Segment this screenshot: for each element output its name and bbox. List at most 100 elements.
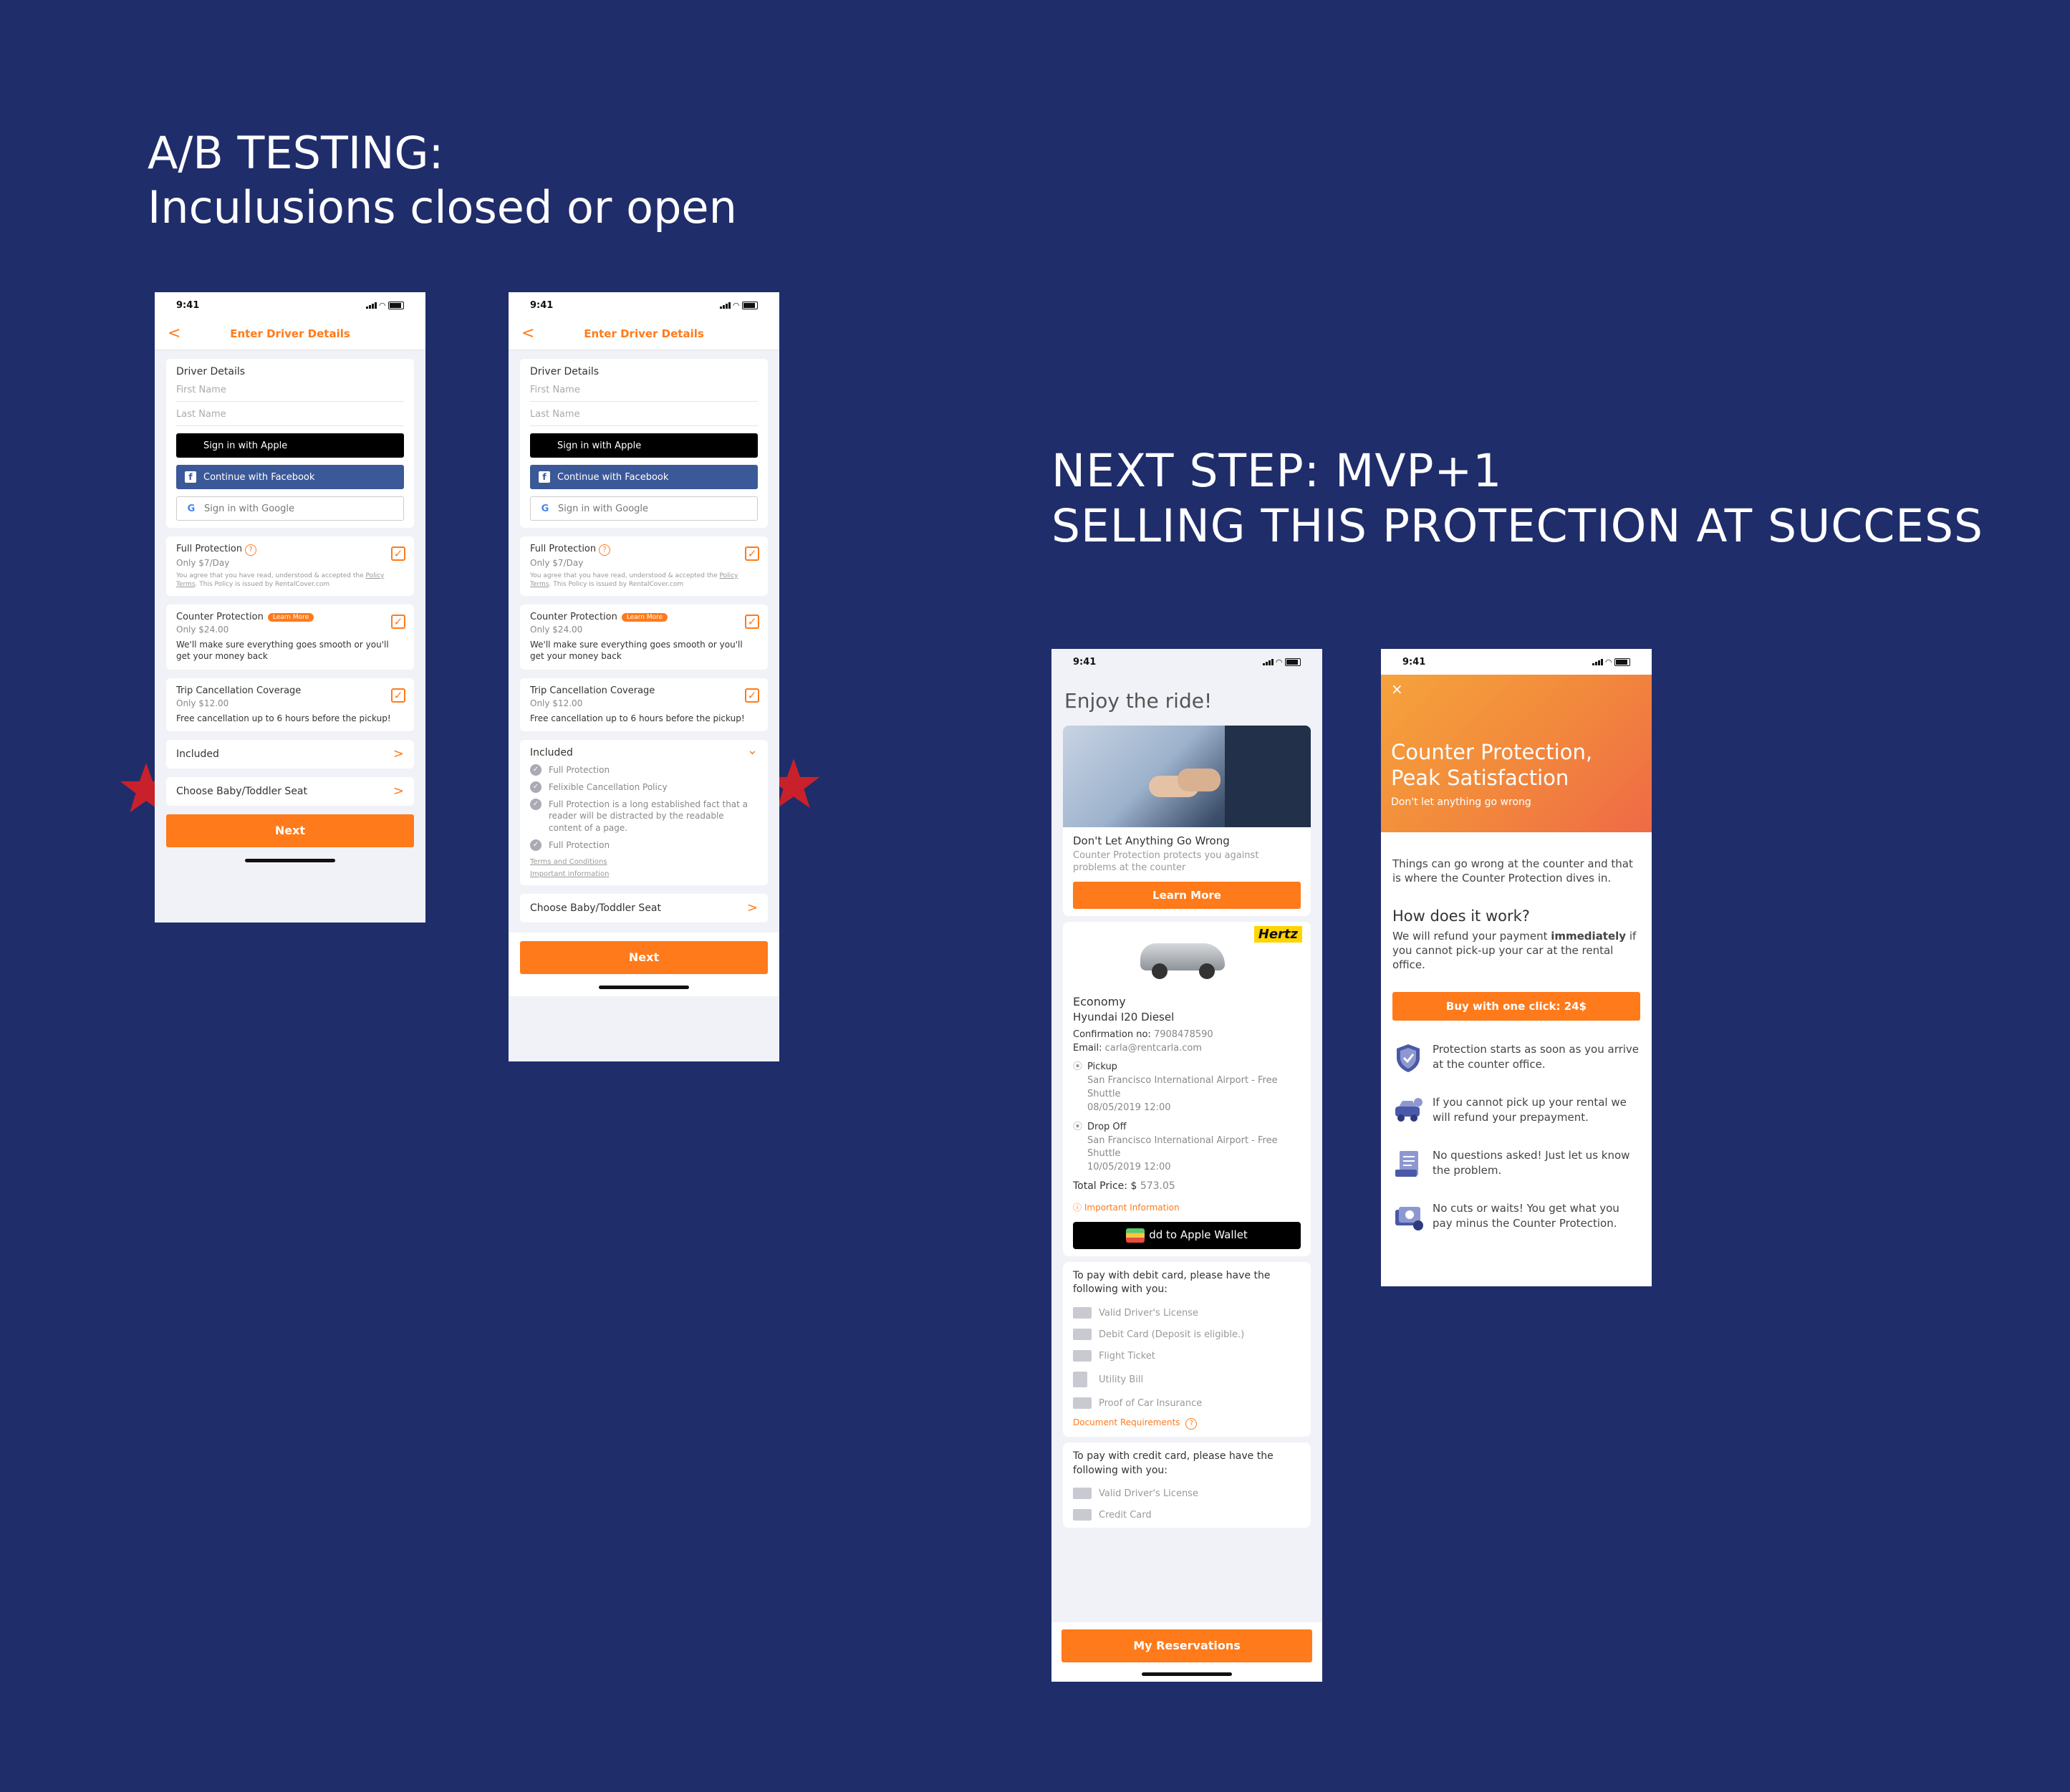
document-item: Flight Ticket [1073,1350,1301,1362]
sign-in-google-button[interactable]: G Sign in with Google [176,496,404,521]
promo-desc: Counter Protection protects you against … [1073,850,1259,873]
next-step-heading: NEXT STEP: MVP+1 SELLING THIS PROTECTION… [1051,444,1983,554]
how-text-pre: We will refund your payment [1392,929,1551,943]
wifi-icon: ◠ [733,300,739,310]
sign-in-google-label: Sign in with Google [204,503,295,514]
back-button[interactable]: < [168,324,180,342]
learn-more-button[interactable]: Learn More [1073,881,1301,909]
document-item: Credit Card [1073,1509,1301,1521]
credit-intro: To pay with credit card, please have the… [1073,1450,1274,1476]
home-indicator-wrap [520,985,768,989]
hero-title-line2: Peak Satisfaction [1391,766,1569,791]
baby-seat-row[interactable]: Choose Baby/Toddler Seat > [520,893,768,923]
sign-in-apple-button[interactable]: Sign in with Apple [176,433,404,458]
total-price-label: Total Price: $ [1073,1180,1137,1193]
help-icon[interactable]: ? [599,544,611,556]
document-icon [1395,1151,1418,1177]
full-protection-checkbox[interactable]: ✓ [391,546,405,561]
learn-more-badge[interactable]: Learn More [267,612,314,622]
next-button[interactable]: Next [520,940,768,974]
last-name-input[interactable]: Last Name [530,402,758,426]
money-icon [1395,1207,1423,1231]
feature-item: No cuts or waits! You get what you pay m… [1381,1201,1652,1233]
pickup-place: San Francisco International Airport - Fr… [1087,1075,1278,1100]
full-protection-checkbox[interactable]: ✓ [745,546,759,561]
policy-note: You agree that you have read, understood… [530,572,758,589]
document-item: Valid Driver's License [1073,1307,1301,1319]
home-indicator-wrap [1062,1672,1312,1676]
card-icon [1073,1509,1092,1521]
last-name-input[interactable]: Last Name [176,402,404,426]
sign-in-google-label: Sign in with Google [558,503,649,514]
counter-protection-price: Only $24.00 [530,625,583,635]
full-protection-card[interactable]: Full Protection? Only $7/Day You agree t… [520,536,768,597]
my-reservations-button[interactable]: My Reservations [1062,1629,1312,1662]
close-icon[interactable]: × [1391,680,1403,698]
first-name-input[interactable]: First Name [530,377,758,402]
continue-facebook-button[interactable]: f Continue with Facebook [176,465,404,489]
first-name-input[interactable]: First Name [176,377,404,402]
sign-in-apple-button[interactable]: Sign in with Apple [530,433,758,458]
license-icon [1073,1488,1092,1500]
full-protection-title: Full Protection [530,544,597,554]
car-refund-icon [1395,1098,1422,1122]
trip-cancellation-card[interactable]: Trip Cancellation Coverage Only $12.00 F… [166,678,414,731]
included-item-text: Full Protection is a long established fa… [549,799,748,833]
battery-icon [388,301,404,309]
included-row-collapsed[interactable]: Included > [166,739,414,769]
document-item-label: Credit Card [1099,1509,1152,1521]
help-icon[interactable]: ? [245,544,257,556]
license-icon [1073,1307,1092,1319]
counter-protection-checkbox[interactable]: ✓ [391,615,405,630]
hero-title: Counter Protection, Peak Satisfaction [1391,739,1592,791]
buy-one-click-button[interactable]: Buy with one click: 24$ [1392,992,1640,1021]
pickup-label: Pickup [1087,1061,1117,1073]
feature-item: Protection starts as soon as you arrive … [1381,1042,1652,1074]
bill-icon [1073,1372,1087,1388]
full-protection-card[interactable]: Full Protection? Only $7/Day You agree t… [166,536,414,597]
included-header[interactable]: Included ⌄ [530,743,758,758]
add-to-apple-wallet-button[interactable]: dd to Apple Wallet [1073,1221,1301,1249]
document-item-label: Valid Driver's License [1099,1488,1198,1499]
important-information-label: Important Information [1084,1203,1180,1213]
important-info-link[interactable]: Important information [530,870,758,878]
back-button[interactable]: < [521,324,534,342]
trip-cancellation-checkbox[interactable]: ✓ [391,688,405,703]
confirmation-label: Confirmation no: [1073,1029,1151,1040]
trip-cancellation-card[interactable]: Trip Cancellation Coverage Only $12.00 F… [520,678,768,731]
battery-icon [1614,657,1630,666]
check-circle-icon: ✓ [530,839,541,851]
learn-more-badge[interactable]: Learn More [621,612,668,622]
continue-facebook-button[interactable]: f Continue with Facebook [530,465,758,489]
driver-details-label: Driver Details [176,366,246,377]
policy-note-suffix: . This Policy is issued by RentalCover.c… [195,581,330,589]
document-requirements-link[interactable]: Document Requirements ? [1073,1417,1301,1430]
next-button[interactable]: Next [166,814,414,847]
phone-counter-protection-upsell: 9:41 ◠ × Counter Protection, Peak Satisf… [1381,649,1652,1286]
bottom-action-bar: Next [509,932,779,996]
location-pin-icon: ⦿ [1073,1061,1083,1073]
signal-icon [1262,658,1274,665]
email-label: Email: [1073,1042,1102,1054]
baby-seat-label: Choose Baby/Toddler Seat [530,902,661,914]
counter-protection-card[interactable]: Counter Protection Learn More Only $24.00… [520,604,768,670]
sign-in-google-button[interactable]: G Sign in with Google [530,496,758,521]
policy-note-text: You agree that you have read, understood… [530,572,720,579]
help-icon: ? [1185,1418,1198,1430]
terms-conditions-link[interactable]: Terms and Conditions [530,858,758,866]
phone-success-page: 9:41 ◠ Enjoy the ride! Don't Let Anythin… [1051,649,1322,1682]
status-time: 9:41 [176,299,200,311]
ab-heading-line1: A/B TESTING: [148,127,444,179]
status-bar: 9:41 ◠ [155,292,425,318]
baby-seat-row[interactable]: Choose Baby/Toddler Seat > [166,776,414,806]
status-bar: 9:41 ◠ [1381,649,1652,675]
total-price-value: 573.05 [1140,1180,1175,1193]
confirmation-value: 7908478590 [1153,1029,1213,1040]
intro-text: Things can go wrong at the counter and t… [1392,857,1633,885]
phone-inclusions-closed: 9:41 ◠ < Enter Driver Details Driver Det… [155,292,425,923]
counter-protection-card[interactable]: Counter Protection Learn More Only $24.00… [166,604,414,670]
trip-cancellation-checkbox[interactable]: ✓ [745,688,759,703]
important-information-link[interactable]: ⓘ Important Information [1073,1202,1301,1214]
included-label: Included [530,746,573,758]
counter-protection-checkbox[interactable]: ✓ [745,615,759,630]
